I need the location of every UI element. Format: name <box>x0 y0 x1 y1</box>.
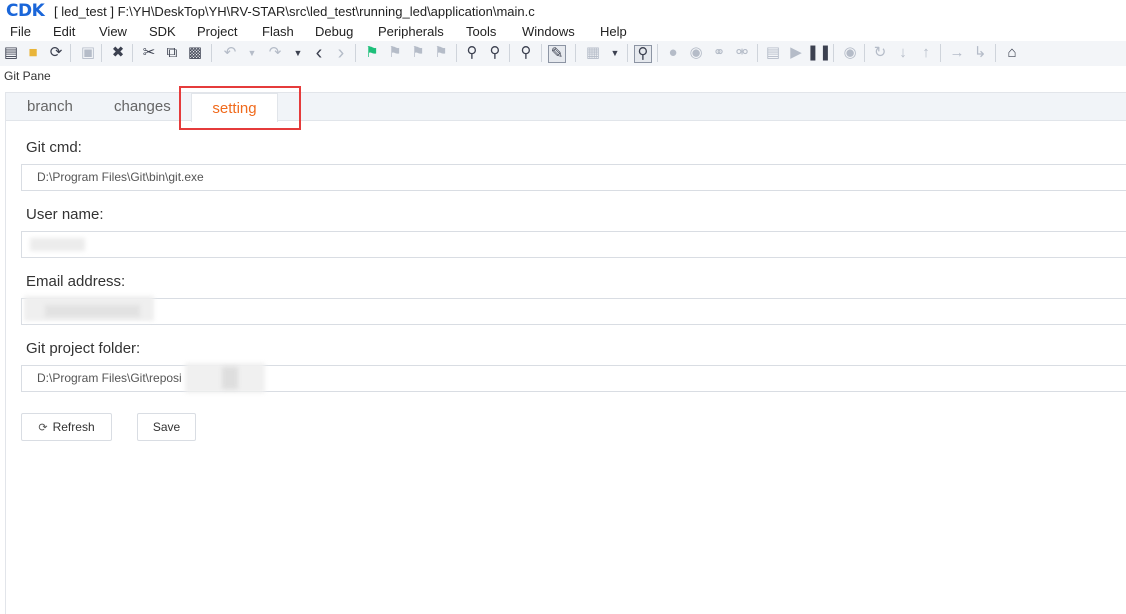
tab-branch[interactable]: branch <box>27 98 73 115</box>
toolbar-separator <box>509 44 510 62</box>
rebuild-icon[interactable]: ◉ <box>688 45 704 61</box>
zoom-icon[interactable]: ⚲ <box>634 45 652 63</box>
tab-changes[interactable]: changes <box>114 98 171 115</box>
menu-edit[interactable]: Edit <box>53 24 75 39</box>
refresh-button-label: Refresh <box>52 420 95 434</box>
grid-icon[interactable]: ▦ <box>585 45 601 61</box>
menu-help[interactable]: Help <box>600 24 627 39</box>
toolbar-separator <box>833 44 834 62</box>
flash-download-icon[interactable]: ▤ <box>765 45 781 61</box>
refresh-button[interactable]: ⟳ Refresh <box>21 413 112 441</box>
annotation-highlight-box <box>179 86 301 130</box>
menu-bar: File Edit View SDK Project Flash Debug P… <box>0 22 1126 41</box>
bookmark-next-icon[interactable]: ⚑ <box>410 45 426 61</box>
undo-dropdown-icon[interactable]: ▼ <box>244 45 260 61</box>
menu-windows[interactable]: Windows <box>522 24 575 39</box>
bookmark-prev-icon[interactable]: ⚑ <box>387 45 403 61</box>
toolbar-separator <box>864 44 865 62</box>
git-cmd-input[interactable]: D:\Program Files\Git\bin\git.exe <box>21 164 1126 191</box>
refresh-icon: ⟳ <box>38 421 48 434</box>
user-name-label: User name: <box>26 206 104 223</box>
toolbar: ▤ ■ ⟳ ▣ ✖ ✂ ⧉ ▩ ↶ ▼ ↷ ▼ ‹ › ⚑ ⚑ ⚑ ⚑ ⚲ ⚲ … <box>0 41 1126 66</box>
run-to-cursor-icon[interactable]: → <box>949 45 965 61</box>
toolbar-separator <box>940 44 941 62</box>
pause-icon[interactable]: ❚❚ <box>806 45 831 61</box>
redacted-email-text <box>45 305 140 317</box>
bookmark-clear-icon[interactable]: ⚑ <box>433 45 449 61</box>
paste-icon[interactable]: ▩ <box>187 45 203 61</box>
menu-file[interactable]: File <box>10 24 31 39</box>
bookmark-flag-icon[interactable]: ⚑ <box>364 45 380 61</box>
menu-debug[interactable]: Debug <box>315 24 353 39</box>
reload-icon[interactable]: ⟳ <box>48 45 64 61</box>
save-icon[interactable]: ▣ <box>80 45 96 61</box>
nav-forward-icon[interactable]: › <box>333 43 349 63</box>
step-return-icon[interactable]: ↳ <box>972 45 988 61</box>
stop-icon[interactable]: ◉ <box>842 45 858 61</box>
toolbar-separator <box>132 44 133 62</box>
app-logo: CDK <box>6 1 45 21</box>
find-icon[interactable]: ⚲ <box>464 45 480 61</box>
redacted-folder-path-mark <box>222 367 238 389</box>
step-over-icon[interactable]: ↻ <box>872 45 888 61</box>
menu-view[interactable]: View <box>99 24 127 39</box>
menu-sdk[interactable]: SDK <box>149 24 176 39</box>
cut-icon[interactable]: ✂ <box>141 45 157 61</box>
menu-flash[interactable]: Flash <box>262 24 294 39</box>
toolbar-separator <box>575 44 576 62</box>
git-cmd-label: Git cmd: <box>26 139 82 156</box>
toolbar-separator <box>995 44 996 62</box>
build-icon[interactable]: ● <box>665 45 681 61</box>
link-icon[interactable]: ⚭ <box>711 45 727 61</box>
menu-peripherals[interactable]: Peripherals <box>378 24 444 39</box>
start-debug-icon[interactable]: ▶ <box>788 45 804 61</box>
window-title: [ led_test ] F:\YH\DeskTop\YH\RV-STAR\sr… <box>54 4 535 19</box>
close-icon[interactable]: ✖ <box>110 45 126 61</box>
user-name-input[interactable] <box>21 231 1126 258</box>
new-file-icon[interactable]: ▤ <box>3 45 19 61</box>
clean-icon[interactable]: ⚮ <box>734 45 750 61</box>
search-icon[interactable]: ⚲ <box>518 45 534 61</box>
find-in-files-icon[interactable]: ⚲ <box>487 45 503 61</box>
toolbar-separator <box>757 44 758 62</box>
grid-dropdown-icon[interactable]: ▼ <box>607 45 623 61</box>
toolbar-separator <box>211 44 212 62</box>
redacted-user-name <box>30 238 85 251</box>
toolbar-separator <box>70 44 71 62</box>
toolbar-separator <box>657 44 658 62</box>
redo-dropdown-icon[interactable]: ▼ <box>290 45 306 61</box>
email-input[interactable] <box>21 298 1126 325</box>
tab-bar: branch changes setting <box>6 93 1126 122</box>
configure-icon[interactable]: ✎ <box>548 45 566 63</box>
redo-icon[interactable]: ↷ <box>267 45 283 61</box>
pane-title: Git Pane <box>4 69 51 83</box>
menu-tools[interactable]: Tools <box>466 24 496 39</box>
copy-icon[interactable]: ⧉ <box>164 45 180 61</box>
toolbar-separator <box>627 44 628 62</box>
step-out-icon[interactable]: ↑ <box>918 45 934 61</box>
toolbar-separator <box>355 44 356 62</box>
project-folder-label: Git project folder: <box>26 340 141 357</box>
menu-project[interactable]: Project <box>197 24 237 39</box>
step-into-icon[interactable]: ↓ <box>895 45 911 61</box>
save-button[interactable]: Save <box>137 413 196 441</box>
home-icon[interactable]: ⌂ <box>1004 45 1020 61</box>
toolbar-separator <box>101 44 102 62</box>
title-bar: CDK [ led_test ] F:\YH\DeskTop\YH\RV-STA… <box>0 0 1126 22</box>
open-folder-icon[interactable]: ■ <box>25 45 41 61</box>
nav-back-icon[interactable]: ‹ <box>311 43 327 63</box>
toolbar-separator <box>541 44 542 62</box>
undo-icon[interactable]: ↶ <box>222 45 238 61</box>
email-label: Email address: <box>26 273 126 290</box>
toolbar-separator <box>456 44 457 62</box>
